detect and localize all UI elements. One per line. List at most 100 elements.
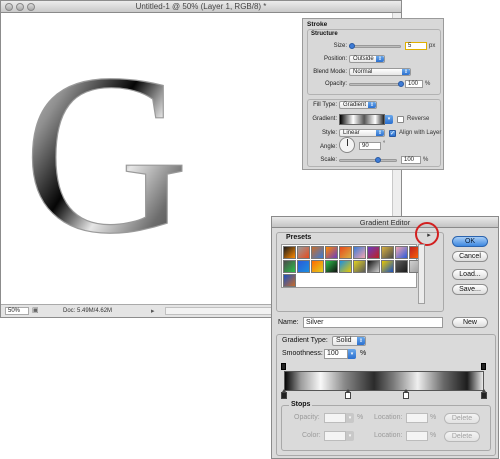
- reverse-checkbox[interactable]: [397, 116, 404, 123]
- stop-opacity-unit: %: [357, 414, 364, 421]
- preset-swatch[interactable]: [367, 260, 380, 273]
- scale-slider-knob[interactable]: [375, 157, 381, 163]
- preset-swatch-grid: [281, 244, 422, 288]
- smoothness-chevron-icon[interactable]: ▾: [348, 349, 356, 359]
- reverse-label: Reverse: [407, 116, 430, 122]
- canvas-letter: G: [23, 26, 189, 281]
- scale-unit: %: [423, 157, 429, 163]
- scale-label: Scale:: [320, 157, 337, 163]
- highlight-circle: [415, 222, 439, 246]
- preset-swatch[interactable]: [283, 274, 296, 287]
- stroke-title: Stroke: [307, 21, 328, 28]
- name-label: Name:: [278, 319, 299, 326]
- preset-swatch[interactable]: [381, 260, 394, 273]
- opacity-stop[interactable]: [281, 363, 286, 370]
- preset-swatch[interactable]: [353, 260, 366, 273]
- angle-unit: °: [383, 141, 386, 147]
- color-stop[interactable]: [481, 389, 487, 399]
- delete-color-stop-button[interactable]: Delete: [444, 431, 480, 442]
- position-value: Outside: [353, 56, 374, 62]
- gradient-editor-dialog: Gradient Editor Presets ▸ OK Cancel Load…: [271, 216, 499, 459]
- opacity-slider[interactable]: [349, 83, 401, 86]
- position-popup[interactable]: Outside ⇕: [349, 55, 385, 63]
- stop-color-location-label: Location:: [374, 432, 403, 439]
- preset-swatch[interactable]: [297, 246, 310, 259]
- size-slider-knob[interactable]: [349, 43, 355, 49]
- gradient-editor-title: Gradient Editor: [359, 218, 411, 227]
- chevron-down-icon: ⇕: [368, 102, 376, 108]
- stops-group: [281, 405, 491, 451]
- load-button[interactable]: Load...: [452, 269, 488, 280]
- preset-swatch[interactable]: [339, 260, 352, 273]
- preset-swatch[interactable]: [283, 246, 296, 259]
- delete-opacity-stop-button[interactable]: Delete: [444, 413, 480, 424]
- align-with-layer-checkbox[interactable]: ✓: [389, 130, 396, 137]
- new-button[interactable]: New: [452, 317, 488, 328]
- size-slider[interactable]: [349, 45, 401, 48]
- color-stop[interactable]: [345, 389, 351, 399]
- stop-color-swatch[interactable]: [324, 431, 346, 441]
- fill-type-label: Fill Type:: [313, 102, 337, 108]
- document-title: Untitled-1 @ 50% (Layer 1, RGB/8) *: [135, 2, 267, 11]
- stop-opacity-location-field[interactable]: [406, 413, 428, 423]
- scale-field[interactable]: 100: [401, 156, 421, 164]
- stop-opacity-location-unit: %: [430, 414, 437, 421]
- opacity-field[interactable]: 100: [405, 80, 423, 88]
- stop-color-location-field[interactable]: [406, 431, 428, 441]
- gradient-preview[interactable]: [339, 114, 385, 125]
- style-label: Style:: [321, 130, 337, 136]
- size-unit: px: [429, 43, 436, 49]
- preset-swatch[interactable]: [395, 260, 408, 273]
- document-titlebar[interactable]: Untitled-1 @ 50% (Layer 1, RGB/8) *: [1, 1, 401, 13]
- presets-scrollbar[interactable]: [418, 244, 425, 304]
- fill-type-popup[interactable]: Gradient ⇕: [339, 101, 377, 109]
- stop-opacity-label: Opacity:: [294, 414, 320, 421]
- style-popup[interactable]: Linear ⇕: [339, 129, 385, 137]
- stop-opacity-chevron-icon[interactable]: ▾: [346, 413, 354, 423]
- color-stop[interactable]: [281, 389, 287, 399]
- preset-swatch[interactable]: [325, 246, 338, 259]
- position-label: Position:: [323, 56, 347, 62]
- gradient-picker-chevron-icon[interactable]: ▾: [385, 115, 393, 124]
- style-value: Linear: [343, 130, 360, 136]
- ok-button[interactable]: OK: [452, 236, 488, 247]
- stop-opacity-location-label: Location:: [374, 414, 403, 421]
- gradient-label: Gradient:: [312, 116, 337, 122]
- size-field[interactable]: 5: [405, 42, 427, 50]
- gradient-type-value: Solid: [336, 337, 352, 344]
- scale-slider[interactable]: [339, 159, 397, 162]
- zoom-level-field[interactable]: 50%: [5, 307, 29, 315]
- preset-swatch[interactable]: [367, 246, 380, 259]
- chevron-down-icon: ⇕: [376, 56, 384, 62]
- name-field[interactable]: Silver: [303, 317, 443, 328]
- angle-dial[interactable]: [339, 137, 355, 153]
- smoothness-field[interactable]: 100: [324, 349, 348, 359]
- size-label: Size:: [333, 43, 347, 49]
- status-menu-arrow-icon[interactable]: ▸: [151, 307, 155, 315]
- save-button[interactable]: Save...: [452, 284, 488, 295]
- stop-color-chevron-icon[interactable]: ▾: [346, 431, 354, 441]
- preset-swatch[interactable]: [311, 246, 324, 259]
- preset-swatch[interactable]: [395, 246, 408, 259]
- gradient-bar[interactable]: [284, 371, 484, 391]
- preset-swatch[interactable]: [381, 246, 394, 259]
- opacity-stop[interactable]: [481, 363, 486, 370]
- preset-swatch[interactable]: [283, 260, 296, 273]
- gradient-type-popup[interactable]: Solid ⇕: [332, 336, 366, 346]
- preset-swatch[interactable]: [353, 246, 366, 259]
- status-info-icon[interactable]: ▣: [32, 307, 40, 315]
- presets-label: Presets: [286, 234, 312, 241]
- preset-swatch[interactable]: [311, 260, 324, 273]
- angle-dial-needle: [347, 139, 348, 146]
- opacity-slider-knob[interactable]: [398, 81, 404, 87]
- preset-swatch[interactable]: [325, 260, 338, 273]
- stop-opacity-field[interactable]: [324, 413, 346, 423]
- cancel-button[interactable]: Cancel: [452, 251, 488, 262]
- blend-mode-popup[interactable]: Normal ⇕: [349, 68, 411, 76]
- gradient-editor-titlebar[interactable]: Gradient Editor: [272, 217, 498, 228]
- preset-swatch[interactable]: [339, 246, 352, 259]
- stroke-panel: Stroke Structure Size: 5 px Position: Ou…: [302, 18, 444, 170]
- angle-field[interactable]: 90: [359, 142, 381, 150]
- preset-swatch[interactable]: [297, 260, 310, 273]
- color-stop[interactable]: [403, 389, 409, 399]
